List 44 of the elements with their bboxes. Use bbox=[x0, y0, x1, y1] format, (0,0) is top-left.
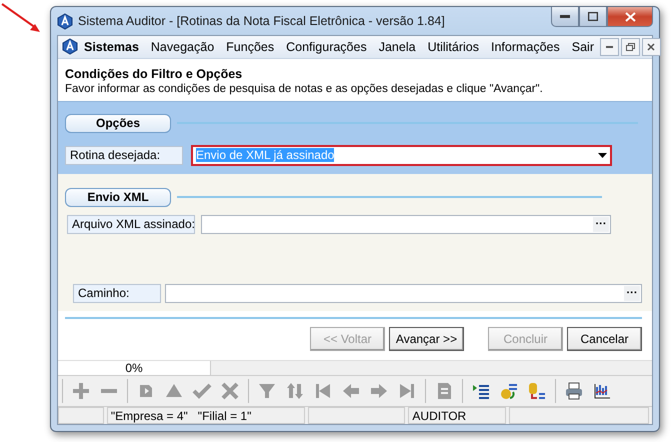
progress-reading: 0% bbox=[125, 361, 143, 376]
caret-icon bbox=[598, 152, 607, 158]
minimize-button[interactable] bbox=[600, 38, 619, 56]
maximize-icon bbox=[588, 12, 598, 21]
menu-item[interactable]: Informações bbox=[484, 40, 566, 54]
maximize-button[interactable] bbox=[579, 7, 607, 27]
menu-item[interactable]: Utilitários bbox=[422, 40, 485, 54]
field-label: Rotina desejada: bbox=[65, 146, 183, 165]
field-label: Caminho: bbox=[73, 284, 161, 303]
app-logo-icon bbox=[57, 12, 73, 30]
restore-button[interactable] bbox=[620, 38, 640, 56]
minimize-icon bbox=[560, 14, 570, 18]
window-title: Sistema Auditor - [Rotinas da Nota Fiscal Eletrônica - versão 1.84] bbox=[78, 14, 446, 28]
chart-icon[interactable] bbox=[592, 381, 612, 402]
path-field[interactable]: ··· bbox=[165, 284, 642, 303]
menu-item[interactable]: Sair bbox=[566, 40, 600, 54]
menu-item[interactable]: Janela bbox=[372, 40, 422, 54]
minimize-icon bbox=[606, 46, 613, 48]
wizard-button[interactable]: Avançar >> bbox=[389, 326, 464, 351]
page-title: Condições do Filtro e Opções bbox=[65, 66, 244, 81]
minimize-button[interactable] bbox=[551, 7, 579, 27]
menu-item[interactable]: Sistemas bbox=[78, 40, 145, 54]
field-label: Arquivo XML assinado: bbox=[67, 214, 195, 234]
browse-button[interactable]: ··· bbox=[624, 286, 640, 301]
status-field: AUDITOR bbox=[408, 407, 506, 424]
wizard-button[interactable]: Cancelar bbox=[567, 326, 642, 351]
section-heading: Opções bbox=[65, 114, 171, 133]
database-transfer-icon[interactable] bbox=[499, 381, 519, 402]
menu-item[interactable]: Navegação bbox=[144, 40, 220, 54]
close-icon bbox=[647, 42, 656, 51]
database-list-icon[interactable] bbox=[527, 381, 547, 402]
close-button[interactable] bbox=[607, 7, 653, 27]
menu-item[interactable]: Funções bbox=[220, 40, 280, 54]
printer-icon[interactable] bbox=[564, 381, 584, 402]
xml-file-field[interactable]: ··· bbox=[201, 214, 611, 234]
browse-button[interactable]: ··· bbox=[593, 216, 609, 232]
app-logo-icon bbox=[62, 38, 78, 56]
status-field: "Empresa = 4" "Filial = 1" bbox=[106, 407, 305, 424]
close-button[interactable] bbox=[642, 38, 661, 56]
menu-item[interactable]: Configurações bbox=[280, 40, 373, 54]
section-heading: Envio XML bbox=[65, 188, 171, 207]
page-subtitle: Favor informar as condições de pesquisa de notas e as opções desejadas e clique "Avançar". bbox=[65, 82, 544, 95]
close-icon bbox=[624, 12, 636, 22]
restore-icon bbox=[626, 42, 635, 51]
